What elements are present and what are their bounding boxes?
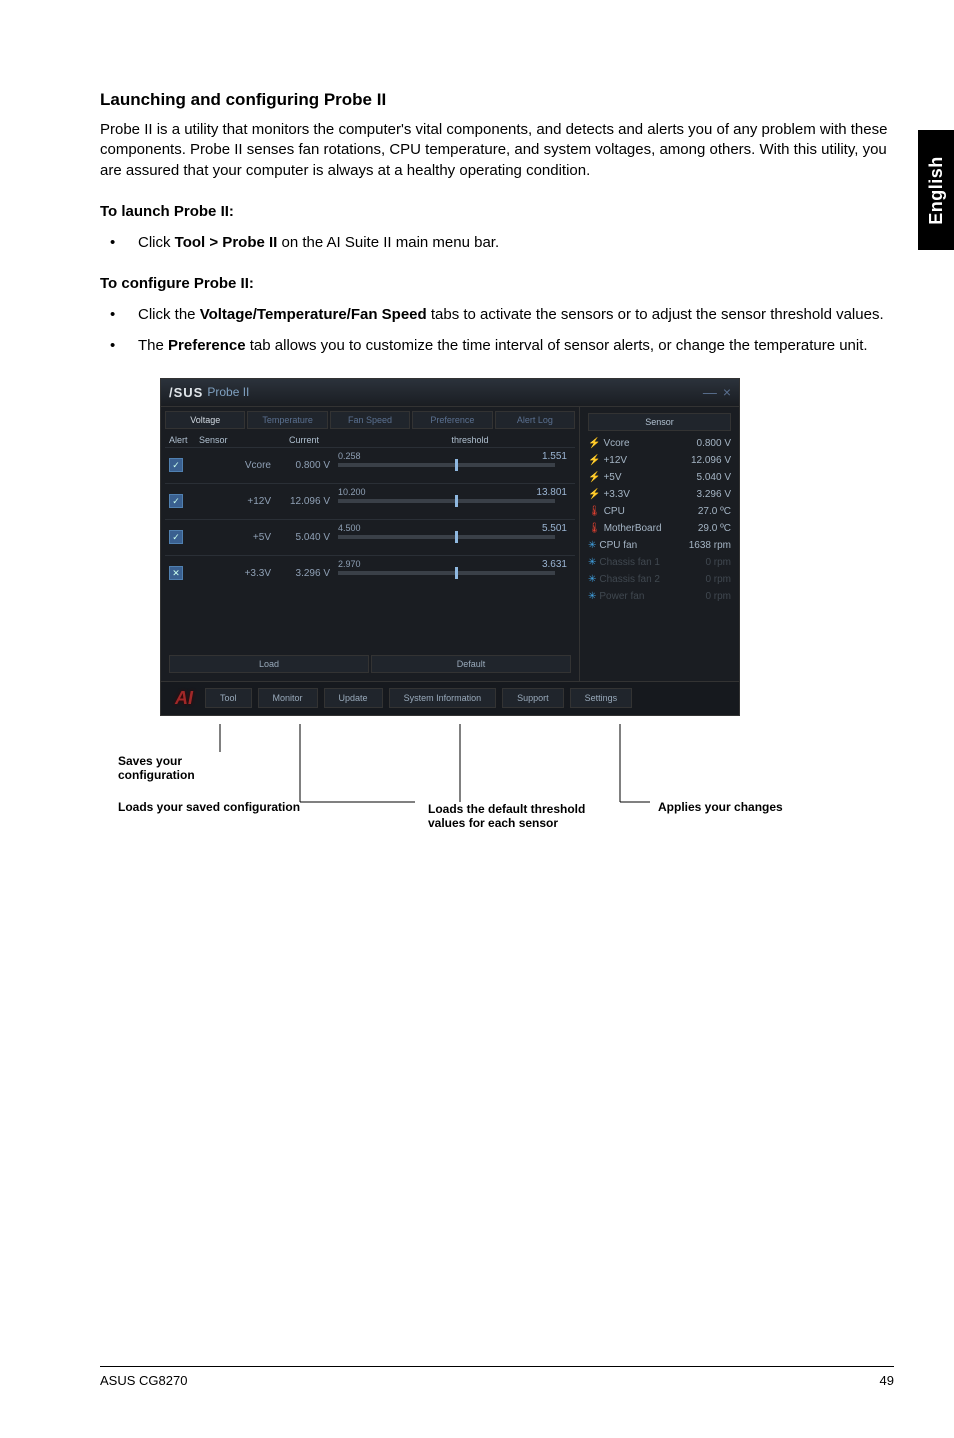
callout-default: Loads the default threshold values for e… — [428, 802, 598, 831]
config-bullet-2: The Preference tab allows you to customi… — [100, 335, 894, 356]
thermometer-icon: 🌡 — [588, 523, 601, 534]
close-button[interactable]: × — [723, 384, 731, 400]
stat-row: ⚡+5V5.040 V — [588, 469, 731, 486]
default-button[interactable]: Default — [371, 655, 571, 673]
sensor-name: +3.3V — [193, 568, 283, 579]
threshold-slider[interactable]: 4.500 5.501 — [338, 525, 571, 549]
launch-title: To launch Probe II: — [100, 203, 894, 220]
section-heading: Launching and configuring Probe II — [100, 90, 894, 110]
stat-row-disabled: ✳Chassis fan 20 rpm — [588, 571, 731, 588]
stat-row: ⚡Vcore0.800 V — [588, 435, 731, 452]
stat-row: ⚡+12V12.096 V — [588, 452, 731, 469]
minimize-button[interactable]: — — [703, 384, 717, 400]
stat-row-disabled: ✳Power fan0 rpm — [588, 588, 731, 605]
config-title: To configure Probe II: — [100, 275, 894, 292]
bolt-icon: ⚡ — [588, 472, 600, 483]
bolt-icon: ⚡ — [588, 489, 600, 500]
stat-row-disabled: ✳Chassis fan 10 rpm — [588, 554, 731, 571]
stat-row: 🌡CPU27.0 ºC — [588, 503, 731, 520]
thermometer-icon: 🌡 — [588, 506, 601, 517]
sensor-current: 12.096 V — [283, 496, 338, 507]
stat-row: ⚡+3.3V3.296 V — [588, 486, 731, 503]
col-alert: Alert — [169, 435, 199, 445]
tab-alertlog[interactable]: Alert Log — [495, 411, 575, 429]
stat-row: 🌡MotherBoard29.0 ºC — [588, 520, 731, 537]
alert-checkbox[interactable] — [169, 566, 183, 580]
callout-loads: Loads your saved configuration — [118, 800, 378, 814]
callout-apply: Applies your changes — [658, 800, 783, 814]
sensor-name: +5V — [193, 532, 283, 543]
intro-paragraph: Probe II is a utility that monitors the … — [100, 120, 894, 181]
callouts: Saves your configuration Loads your save… — [160, 724, 860, 854]
titlebar: /SUS Probe II — × — [161, 379, 739, 407]
threshold-slider[interactable]: 2.970 3.631 — [338, 561, 571, 585]
sensor-current: 3.296 V — [283, 568, 338, 579]
sensor-row: +3.3V 3.296 V 2.970 3.631 — [165, 555, 575, 591]
fan-icon: ✳ — [588, 540, 596, 551]
col-threshold: threshold — [369, 435, 571, 445]
fan-icon: ✳ — [588, 574, 596, 585]
window-title: Probe II — [207, 385, 249, 399]
footer-model: ASUS CG8270 — [100, 1373, 187, 1388]
callout-saves: Saves your configuration — [118, 754, 228, 782]
sensor-current: 5.040 V — [283, 532, 338, 543]
bolt-icon: ⚡ — [588, 455, 600, 466]
alert-checkbox[interactable] — [169, 494, 183, 508]
threshold-slider[interactable]: 10.200 13.801 — [338, 489, 571, 513]
col-sensor: Sensor — [199, 435, 289, 445]
sensor-panel-title: Sensor — [588, 413, 731, 431]
sensor-name: +12V — [193, 496, 283, 507]
bolt-icon: ⚡ — [588, 438, 600, 449]
sensor-row: +12V 12.096 V 10.200 13.801 — [165, 483, 575, 519]
alert-checkbox[interactable] — [169, 458, 183, 472]
fan-icon: ✳ — [588, 591, 596, 602]
page-footer: ASUS CG8270 49 — [100, 1366, 894, 1388]
alert-checkbox[interactable] — [169, 530, 183, 544]
tab-preference[interactable]: Preference — [412, 411, 492, 429]
brand-logo: /SUS — [169, 385, 203, 400]
sensor-name: Vcore — [193, 460, 283, 471]
config-bullet-1: Click the Voltage/Temperature/Fan Speed … — [100, 304, 894, 325]
sensor-current: 0.800 V — [283, 460, 338, 471]
sensor-row: +5V 5.040 V 4.500 5.501 — [165, 519, 575, 555]
tab-voltage[interactable]: Voltage — [165, 411, 245, 429]
footer-page-number: 49 — [880, 1373, 894, 1388]
col-current: Current — [289, 435, 369, 445]
load-button[interactable]: Load — [169, 655, 369, 673]
sensor-row: Vcore 0.800 V 0.258 1.551 — [165, 447, 575, 483]
probe-window: /SUS Probe II — × Voltage Temperature Fa… — [160, 378, 740, 716]
sensor-header-row: Alert Sensor Current threshold — [165, 433, 575, 447]
launch-bullet: Click Tool > Probe II on the AI Suite II… — [100, 232, 894, 253]
threshold-slider[interactable]: 0.258 1.551 — [338, 453, 571, 477]
fan-icon: ✳ — [588, 557, 596, 568]
tab-temperature[interactable]: Temperature — [247, 411, 327, 429]
stat-row: ✳CPU fan1638 rpm — [588, 537, 731, 554]
tab-fanspeed[interactable]: Fan Speed — [330, 411, 410, 429]
